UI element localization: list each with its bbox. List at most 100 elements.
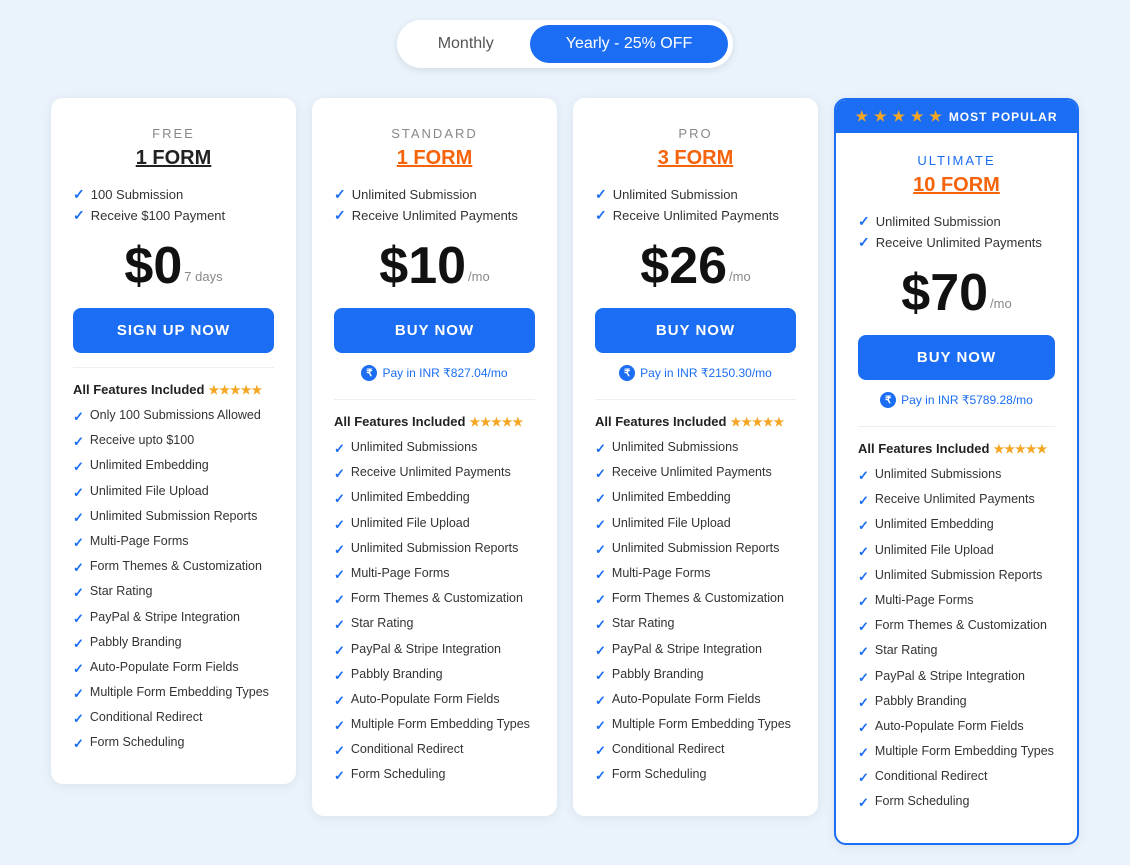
- feature-text: Pabbly Branding: [351, 666, 443, 684]
- highlight-item: ✓ Receive $100 Payment: [73, 207, 274, 224]
- feature-text: Form Scheduling: [90, 734, 185, 752]
- feature-text: Form Themes & Customization: [875, 617, 1047, 635]
- plan-forms-pro: 3 FORM: [595, 147, 796, 170]
- feature-item: ✓ Form Scheduling: [334, 766, 535, 785]
- plan-highlights-pro: ✓ Unlimited Submission ✓ Receive Unlimit…: [595, 186, 796, 224]
- feature-item: ✓ Receive upto $100: [73, 432, 274, 451]
- feature-text: Unlimited Embedding: [90, 457, 209, 475]
- feature-text: Unlimited Submissions: [875, 466, 1001, 484]
- feature-text: Only 100 Submissions Allowed: [90, 407, 261, 425]
- feature-text: Conditional Redirect: [612, 741, 725, 759]
- feature-item: ✓ Unlimited File Upload: [595, 515, 796, 534]
- feature-item: ✓ Form Scheduling: [595, 766, 796, 785]
- highlight-text: Receive $100 Payment: [91, 208, 225, 223]
- feature-text: Auto-Populate Form Fields: [875, 718, 1024, 736]
- check-icon: ✓: [334, 541, 345, 559]
- feature-text: Unlimited Submission Reports: [875, 567, 1042, 585]
- feature-item: ✓ Pabbly Branding: [73, 634, 274, 653]
- feature-item: ✓ Receive Unlimited Payments: [334, 464, 535, 483]
- feature-item: ✓ Unlimited Submissions: [334, 439, 535, 458]
- check-icon: ✓: [595, 541, 606, 559]
- plan-card-standard: STANDARD1 FORM ✓ Unlimited Submission ✓ …: [312, 98, 557, 816]
- plan-highlights-free: ✓ 100 Submission ✓ Receive $100 Payment: [73, 186, 274, 224]
- feature-item: ✓ Unlimited Submission Reports: [73, 508, 274, 527]
- feature-text: Multi-Page Forms: [612, 565, 711, 583]
- highlight-item: ✓ Receive Unlimited Payments: [858, 234, 1055, 251]
- feature-text: Form Themes & Customization: [612, 590, 784, 608]
- feature-item: ✓ Unlimited Submissions: [595, 439, 796, 458]
- feature-item: ✓ Unlimited Submissions: [858, 466, 1055, 485]
- billing-toggle: Monthly Yearly - 25% OFF: [397, 20, 734, 68]
- plan-tier-pro: PRO: [595, 126, 796, 141]
- feature-text: Unlimited File Upload: [351, 515, 470, 533]
- plan-card-pro: PRO 3 FORM ✓ Unlimited Submission ✓ Recei…: [573, 98, 818, 816]
- check-icon: ✓: [73, 408, 84, 426]
- feature-item: ✓ Form Themes & Customization: [334, 590, 535, 609]
- check-icon: ✓: [73, 685, 84, 703]
- check-icon: ✓: [858, 492, 869, 510]
- plan-highlights-standard: ✓ Unlimited Submission ✓ Receive Unlimit…: [334, 186, 535, 224]
- monthly-toggle[interactable]: Monthly: [402, 25, 530, 63]
- cta-button-free[interactable]: SIGN UP NOW: [73, 308, 274, 353]
- inr-note-ultimate: ₹ Pay in INR ₹5789.28/mo: [858, 392, 1055, 408]
- highlight-text: Receive Unlimited Payments: [876, 235, 1042, 250]
- feature-text: Form Scheduling: [612, 766, 707, 784]
- feature-item: ✓ Form Themes & Customization: [73, 558, 274, 577]
- check-icon: ✓: [73, 458, 84, 476]
- check-icon: ✓: [73, 509, 84, 527]
- feature-item: ✓ Receive Unlimited Payments: [858, 491, 1055, 510]
- check-icon: ✓: [334, 566, 345, 584]
- check-icon: ✓: [334, 642, 345, 660]
- plan-forms-free: 1 FORM: [73, 147, 274, 170]
- feature-text: Auto-Populate Form Fields: [351, 691, 500, 709]
- highlight-item: ✓ 100 Submission: [73, 186, 274, 203]
- check-icon: ✓: [858, 467, 869, 485]
- check-icon: ✓: [73, 735, 84, 753]
- plan-tier-free: FREE: [73, 126, 274, 141]
- billing-toggle-container: Monthly Yearly - 25% OFF: [30, 20, 1100, 68]
- feature-text: Unlimited Submission Reports: [90, 508, 257, 526]
- feature-item: ✓ Multiple Form Embedding Types: [73, 684, 274, 703]
- check-icon: ✓: [858, 543, 869, 561]
- feature-item: ✓ Multi-Page Forms: [73, 533, 274, 552]
- feature-text: Conditional Redirect: [351, 741, 464, 759]
- feature-text: Unlimited Submission Reports: [351, 540, 518, 558]
- check-icon: ✓: [858, 234, 870, 251]
- check-icon: ✓: [595, 516, 606, 534]
- check-icon: ✓: [73, 186, 85, 203]
- highlight-item: ✓ Receive Unlimited Payments: [334, 207, 535, 224]
- check-icon: ✓: [334, 186, 346, 203]
- yearly-toggle[interactable]: Yearly - 25% OFF: [530, 25, 729, 63]
- feature-text: Unlimited File Upload: [612, 515, 731, 533]
- check-icon: ✓: [73, 484, 84, 502]
- cta-button-pro[interactable]: BUY NOW: [595, 308, 796, 353]
- feature-text: Unlimited File Upload: [90, 483, 209, 501]
- feature-text: PayPal & Stripe Integration: [612, 641, 762, 659]
- feature-item: ✓ PayPal & Stripe Integration: [73, 609, 274, 628]
- rupee-icon: ₹: [880, 392, 896, 408]
- check-icon: ✓: [73, 584, 84, 602]
- feature-item: ✓ Unlimited Embedding: [334, 489, 535, 508]
- plan-price-pro: $26 /mo: [595, 240, 796, 292]
- popular-stars: ★ ★ ★ ★ ★: [856, 108, 943, 125]
- feature-item: ✓ Unlimited File Upload: [858, 542, 1055, 561]
- plan-price-free: $0 7 days: [73, 240, 274, 292]
- check-icon: ✓: [595, 717, 606, 735]
- divider: [334, 399, 535, 400]
- feature-text: Unlimited Submissions: [612, 439, 738, 457]
- feature-text: Conditional Redirect: [875, 768, 988, 786]
- feature-item: ✓ Pabbly Branding: [334, 666, 535, 685]
- check-icon: ✓: [858, 719, 869, 737]
- cta-button-standard[interactable]: BUY NOW: [334, 308, 535, 353]
- feature-item: ✓ Multi-Page Forms: [858, 592, 1055, 611]
- feature-text: Auto-Populate Form Fields: [612, 691, 761, 709]
- check-icon: ✓: [595, 465, 606, 483]
- feature-item: ✓ Unlimited Embedding: [595, 489, 796, 508]
- inr-text: Pay in INR ₹5789.28/mo: [901, 393, 1033, 407]
- price-suffix: /mo: [729, 269, 751, 284]
- cta-button-ultimate[interactable]: BUY NOW: [858, 335, 1055, 380]
- feature-item: ✓ Auto-Populate Form Fields: [73, 659, 274, 678]
- highlight-text: Unlimited Submission: [352, 187, 477, 202]
- feature-text: Form Themes & Customization: [351, 590, 523, 608]
- all-features-text: All Features Included: [595, 414, 726, 429]
